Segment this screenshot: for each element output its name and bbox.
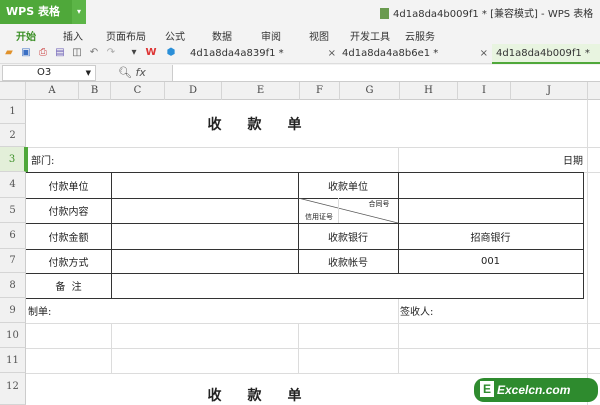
chevron-down-icon[interactable]: ▾ — [72, 0, 86, 24]
sheet-title-copy[interactable]: 收款单 — [111, 385, 398, 405]
close-icon[interactable]: × — [480, 44, 488, 64]
column-header-c[interactable]: C — [111, 82, 165, 100]
tab-doc-2[interactable]: 4d1a8da4a8b6e1 * × — [338, 44, 488, 64]
row-header-8[interactable]: 8 — [0, 273, 26, 298]
table-border — [26, 298, 584, 299]
menu-bar: 开始 插入 页面布局 公式 数据 审阅 视图 开发工具 云服务 — [0, 24, 600, 44]
column-header-h[interactable]: H — [400, 82, 458, 100]
wps-menu-button[interactable]: WPS 表格 ▾ — [0, 0, 86, 24]
fx-icon[interactable]: fx — [135, 66, 145, 79]
column-header-f[interactable]: F — [300, 82, 340, 100]
menu-review[interactable]: 审阅 — [261, 28, 281, 43]
print-icon[interactable]: ▤ — [54, 47, 66, 59]
quick-toolbar: ▰ ▣ ⎙ ▤ ◫ ↶ ↷ ▾ W ⬢ 4d1a8da4a839f1 * × 4d… — [0, 44, 600, 64]
recv-bank-label[interactable]: 收款银行 — [298, 223, 398, 249]
tab-doc-3[interactable]: 4d1a8da4b009f1 * — [492, 44, 600, 64]
row-header-1[interactable]: 1 — [0, 100, 26, 124]
table-border — [583, 172, 584, 298]
recv-unit-label[interactable]: 收款单位 — [298, 172, 398, 198]
menu-developer[interactable]: 开发工具 — [350, 28, 390, 43]
row-header-10[interactable]: 10 — [0, 323, 26, 348]
menu-home[interactable]: 开始 — [16, 28, 36, 43]
pay-unit-label[interactable]: 付款单位 — [26, 172, 111, 198]
name-box[interactable]: O3 ▼ — [2, 65, 96, 81]
gridline — [398, 147, 399, 172]
watermark-logo: E Excelcn.com — [474, 378, 598, 402]
app-logo: WPS 表格 — [6, 5, 60, 18]
menu-data[interactable]: 数据 — [212, 28, 232, 43]
bank-value[interactable]: 招商银行 — [398, 223, 583, 249]
column-headers: A B C D E F G H I J — [0, 82, 600, 100]
wps-home-icon[interactable]: W — [145, 47, 157, 59]
dept-label[interactable]: 部门: — [26, 147, 126, 172]
open-icon[interactable]: ▰ — [3, 47, 15, 59]
tab-doc-1[interactable]: 4d1a8da4a839f1 * × — [186, 44, 336, 64]
gridline — [26, 323, 600, 324]
customize-dropdown-icon[interactable]: ▾ — [128, 47, 140, 59]
recv-account-label[interactable]: 收款帐号 — [298, 249, 398, 273]
formula-bar: O3 ▼ 🔍︎ fx — [0, 64, 600, 82]
menu-formulas[interactable]: 公式 — [165, 28, 185, 43]
row-header-12[interactable]: 12 — [0, 373, 26, 405]
credit-no-label[interactable]: 信用证号 — [299, 211, 339, 223]
zoom-icon[interactable]: 🔍︎ — [118, 66, 132, 79]
column-header-a[interactable]: A — [26, 82, 79, 100]
export-icon[interactable]: ⎙ — [37, 47, 49, 59]
column-header-j[interactable]: J — [511, 82, 588, 100]
title-bar: WPS 表格 ▾ 4d1a8da4b009f1 * [兼容模式] - WPS 表格 — [0, 0, 600, 24]
gridline — [26, 348, 600, 349]
undo-icon[interactable]: ↶ — [88, 47, 100, 59]
save-icon[interactable]: ▣ — [20, 47, 32, 59]
date-label[interactable]: 日期 — [540, 147, 583, 172]
gridline — [587, 100, 588, 405]
gridline — [398, 298, 399, 373]
row-header-6[interactable]: 6 — [0, 223, 26, 249]
menu-insert[interactable]: 插入 — [63, 28, 83, 43]
pay-content-label[interactable]: 付款内容 — [26, 198, 111, 223]
table-border — [111, 172, 112, 298]
document-icon — [380, 8, 389, 19]
column-header-e[interactable]: E — [222, 82, 300, 100]
menu-view[interactable]: 视图 — [309, 28, 329, 43]
chevron-down-icon[interactable]: ▼ — [86, 66, 91, 80]
formula-input[interactable] — [172, 65, 600, 81]
account-value[interactable]: 001 — [398, 249, 583, 273]
contract-no-label[interactable]: 合同号 — [360, 198, 398, 210]
row-header-9[interactable]: 9 — [0, 298, 26, 323]
column-header-g[interactable]: G — [340, 82, 400, 100]
column-header-b[interactable]: B — [79, 82, 111, 100]
close-icon[interactable]: × — [328, 44, 336, 64]
row-header-2[interactable]: 2 — [0, 124, 26, 147]
row-header-3[interactable]: 3 — [0, 147, 26, 172]
menu-page-layout[interactable]: 页面布局 — [106, 28, 146, 43]
receiver-label[interactable]: 签收人: — [400, 298, 480, 323]
pay-amount-label[interactable]: 付款金额 — [26, 223, 111, 249]
print-preview-icon[interactable]: ◫ — [71, 47, 83, 59]
select-all-corner[interactable] — [0, 82, 26, 100]
remark-label[interactable]: 备 注 — [26, 273, 111, 298]
redo-icon[interactable]: ↷ — [105, 47, 117, 59]
gridline — [111, 323, 112, 373]
formula-tools: 🔍︎ fx — [118, 66, 146, 79]
row-header-5[interactable]: 5 — [0, 198, 26, 223]
column-header-i[interactable]: I — [458, 82, 511, 100]
sheet-title[interactable]: 收款单 — [111, 100, 398, 147]
menu-cloud[interactable]: 云服务 — [405, 28, 435, 43]
gridline — [298, 323, 299, 373]
pay-method-label[interactable]: 付款方式 — [26, 249, 111, 273]
row-header-11[interactable]: 11 — [0, 348, 26, 373]
gridline — [26, 373, 600, 374]
cloud-docs-icon[interactable]: ⬢ — [165, 47, 177, 59]
window-title: 4d1a8da4b009f1 * [兼容模式] - WPS 表格 — [380, 5, 593, 20]
column-header-d[interactable]: D — [165, 82, 222, 100]
row-header-4[interactable]: 4 — [0, 172, 26, 198]
maker-label[interactable]: 制单: — [28, 298, 108, 323]
row-header-7[interactable]: 7 — [0, 249, 26, 273]
